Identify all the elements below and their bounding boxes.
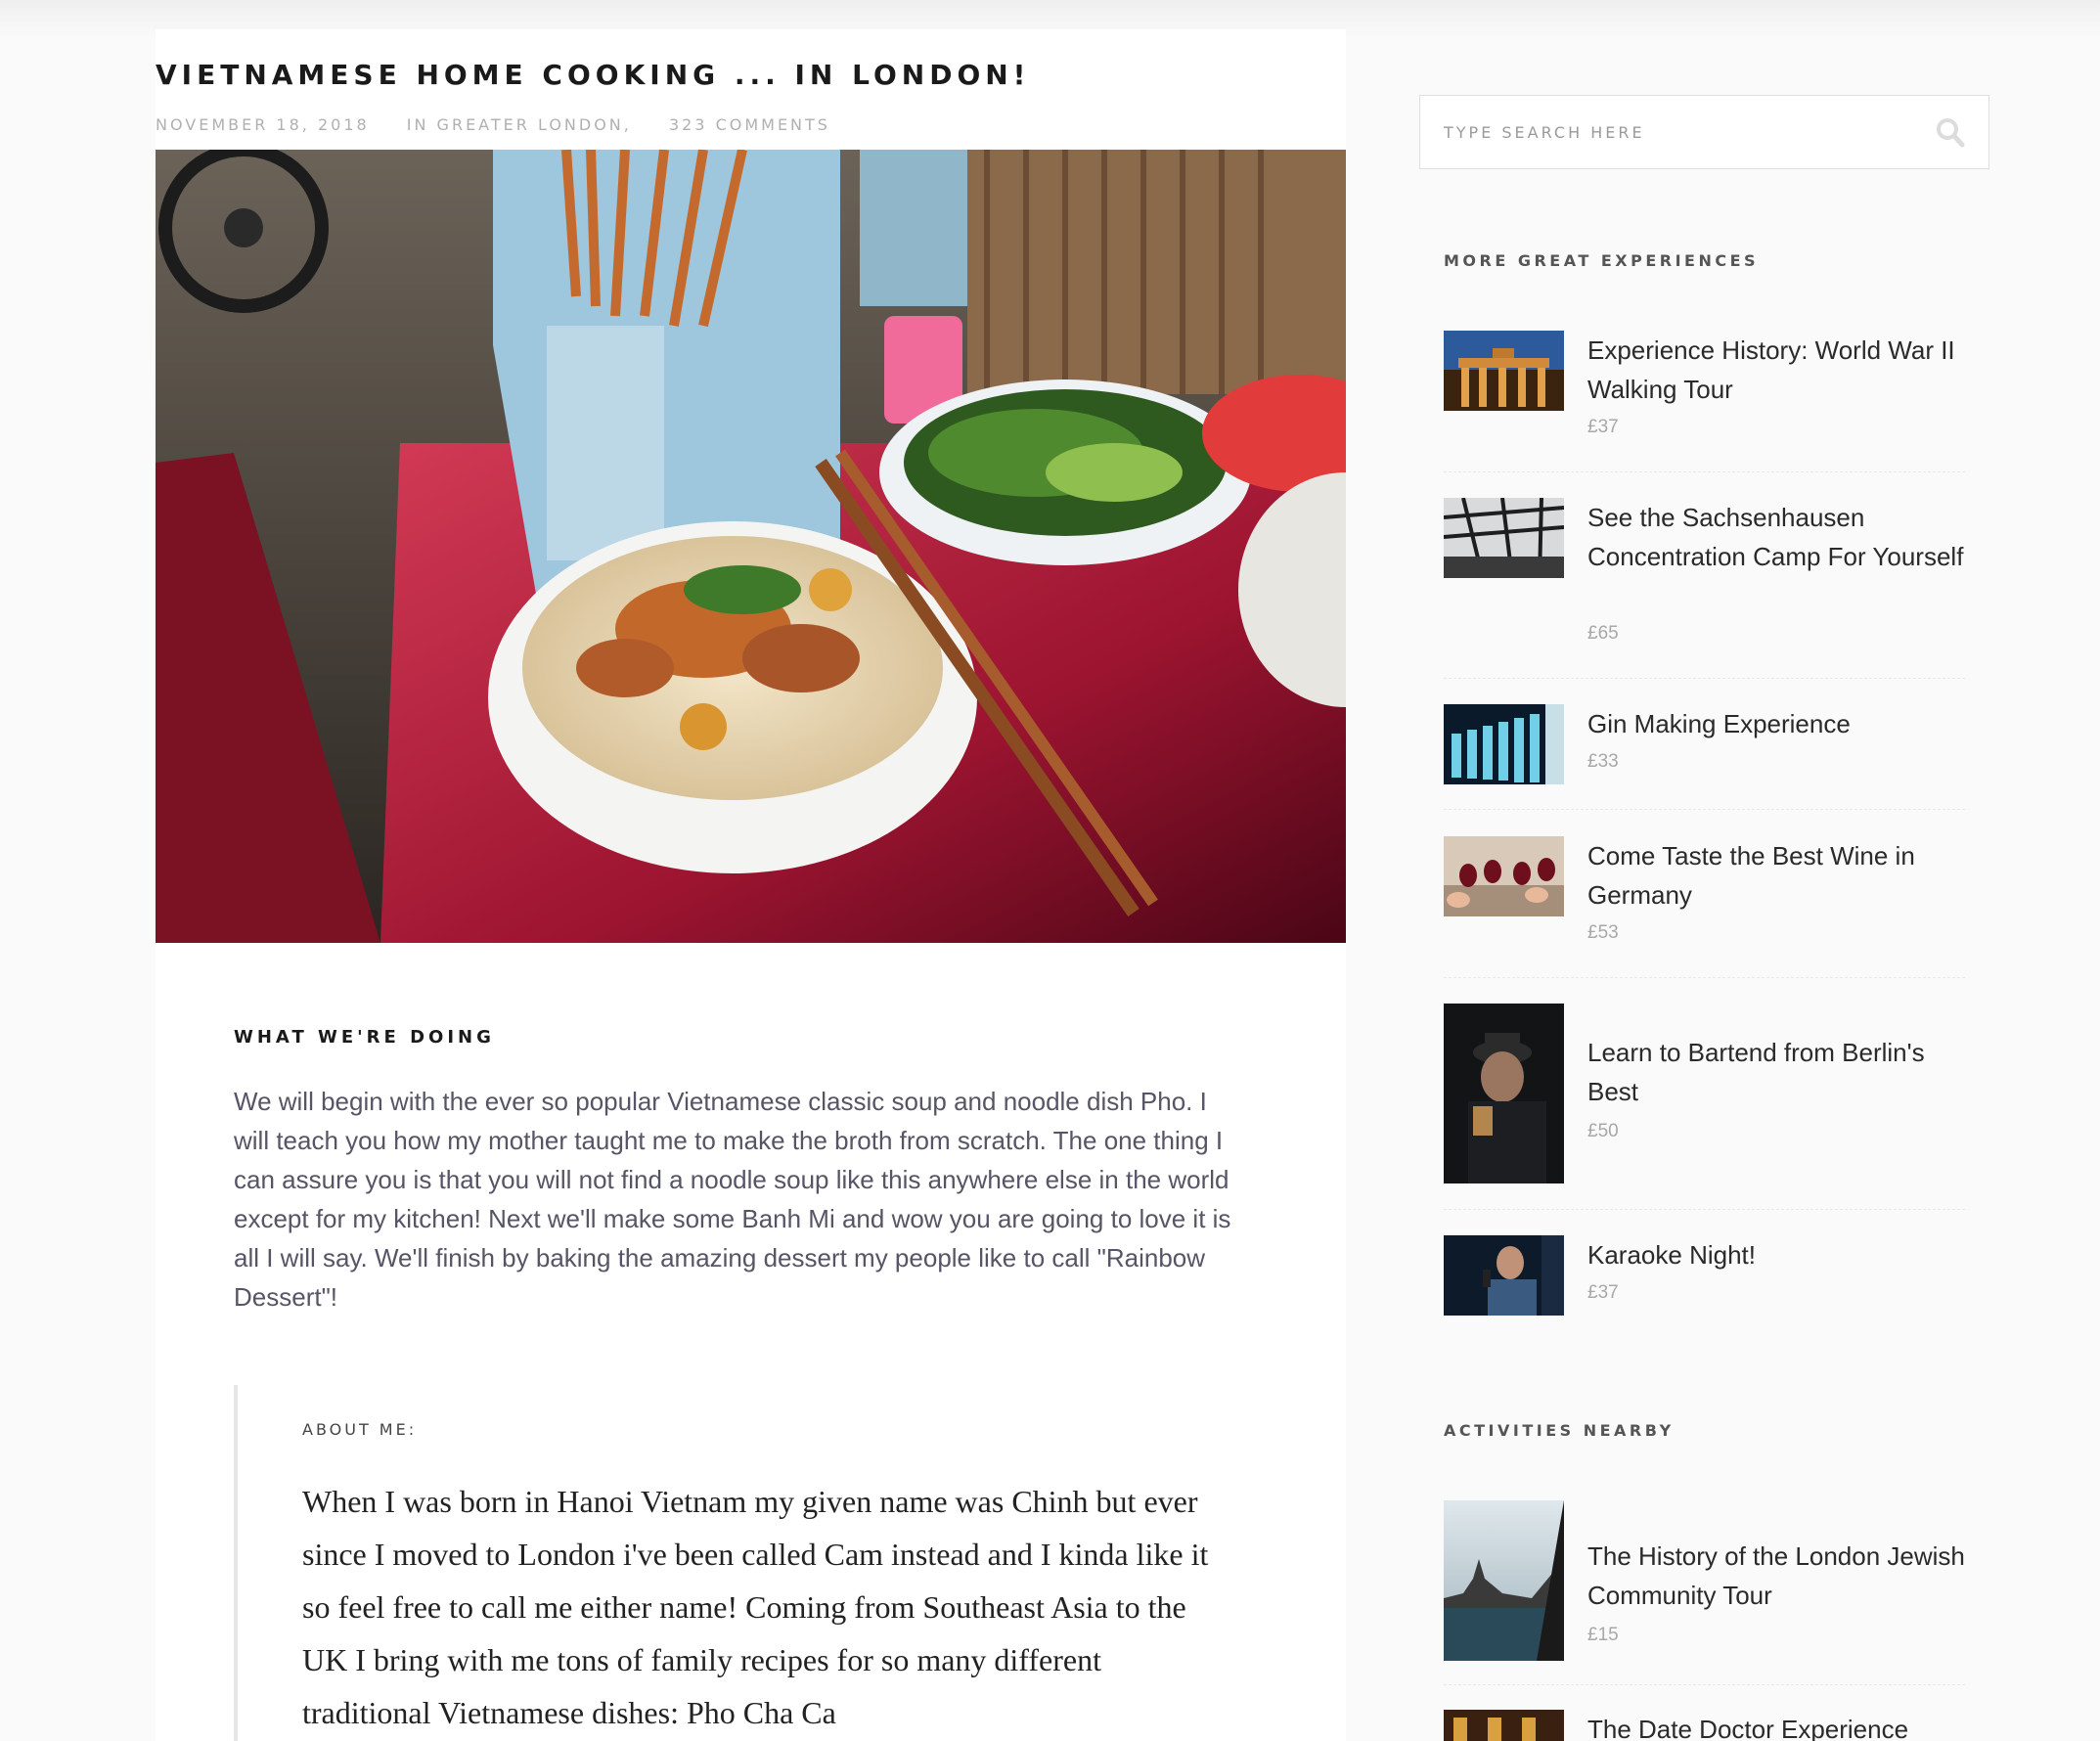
experience-item[interactable]: Gin Making Experience £33 [1444, 704, 1965, 802]
thumbnail-brandenburg-gate[interactable] [1444, 331, 1564, 411]
experience-item[interactable]: See the Sachsenhausen Concentration Camp… [1444, 498, 1965, 654]
experience-title[interactable]: See the Sachsenhausen Concentration Camp… [1587, 498, 1969, 576]
experience-title[interactable]: Come Taste the Best Wine in Germany [1587, 836, 1969, 915]
experience-price: £37 [1587, 1282, 1619, 1303]
about-me-label: ABOUT ME: [302, 1420, 418, 1439]
experience-title[interactable]: Experience History: World War II Walking… [1587, 331, 1969, 409]
food-photo [156, 150, 1346, 943]
experience-item[interactable]: Learn to Bartend from Berlin's Best £50 [1444, 1004, 1965, 1185]
post-date: NOVEMBER 18, 2018 [156, 115, 370, 134]
more-experiences-title: MORE GREAT EXPERIENCES [1444, 251, 1760, 270]
experience-price: £50 [1587, 1121, 1619, 1141]
hero-image [156, 150, 1346, 943]
divider [1444, 809, 1965, 810]
search-input[interactable] [1420, 96, 1988, 168]
nearby-title[interactable]: The Date Doctor Experience [1587, 1710, 1969, 1741]
divider [1444, 471, 1965, 472]
thumbnail-karaoke[interactable] [1444, 1235, 1564, 1316]
article: VIETNAMESE HOME COOKING ... IN LONDON! N… [156, 29, 1346, 1741]
thumbnail-sachsenhausen[interactable] [1444, 498, 1564, 578]
search-icon[interactable] [1936, 117, 1965, 149]
thumbnail-bartender[interactable] [1444, 1004, 1564, 1183]
nearby-item[interactable]: The Date Doctor Experience [1444, 1710, 1965, 1741]
experience-item[interactable]: Come Taste the Best Wine in Germany £53 [1444, 836, 1965, 954]
experience-item[interactable]: Karaoke Night! £37 [1444, 1235, 1965, 1333]
thumbnail-london-skyline[interactable] [1444, 1500, 1564, 1661]
thumbnail-gin-bottles[interactable] [1444, 704, 1564, 784]
thumbnail-date-doctor[interactable] [1444, 1710, 1564, 1741]
section-body: We will begin with the ever so popular V… [234, 1087, 1231, 1312]
divider [1444, 1209, 1965, 1210]
post-category-link[interactable]: IN GREATER LONDON, [407, 115, 632, 134]
experience-price: £65 [1587, 623, 1619, 644]
activities-nearby-title: ACTIVITIES NEARBY [1444, 1421, 1675, 1440]
post-title: VIETNAMESE HOME COOKING ... IN LONDON! [156, 59, 1031, 91]
section-heading: WHAT WE'RE DOING [234, 1027, 495, 1048]
divider [1444, 1684, 1965, 1685]
search-box [1419, 95, 1989, 169]
nearby-item[interactable]: The History of the London Jewish Communi… [1444, 1500, 1965, 1663]
experience-item[interactable]: Experience History: World War II Walking… [1444, 331, 1965, 448]
post-comments-link[interactable]: 323 COMMENTS [669, 115, 830, 134]
nearby-title[interactable]: The History of the London Jewish Communi… [1587, 1537, 1969, 1615]
experience-title[interactable]: Learn to Bartend from Berlin's Best [1587, 1033, 1969, 1111]
divider [1444, 678, 1965, 679]
experience-title[interactable]: Gin Making Experience [1587, 704, 1969, 743]
nearby-price: £15 [1587, 1625, 1619, 1645]
thumbnail-wine-glasses[interactable] [1444, 836, 1564, 916]
experience-price: £33 [1587, 751, 1619, 772]
experience-price: £53 [1587, 922, 1619, 943]
about-me-quote: ABOUT ME: When I was born in Hanoi Vietn… [234, 1385, 1271, 1741]
divider [1444, 977, 1965, 978]
about-me-text: When I was born in Hanoi Vietnam my give… [302, 1484, 1209, 1730]
post-meta: NOVEMBER 18, 2018 IN GREATER LONDON, 323… [156, 115, 860, 134]
experience-title[interactable]: Karaoke Night! [1587, 1235, 1969, 1274]
experience-price: £37 [1587, 417, 1619, 437]
